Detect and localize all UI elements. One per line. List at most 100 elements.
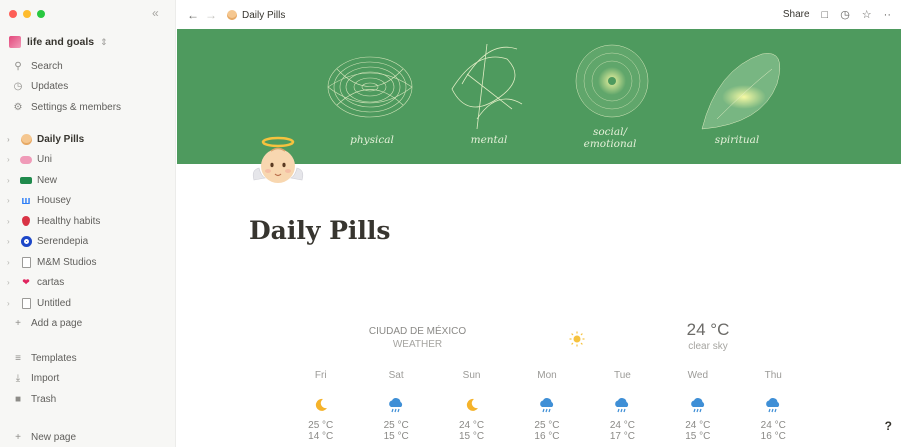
page-title[interactable]: Daily Pills — [249, 216, 390, 245]
sidebar-footer: + New page — [0, 427, 176, 447]
cover-label-mental: mental — [470, 134, 508, 146]
sidebar-item-serendepia[interactable]: › Serendepia — [0, 232, 176, 253]
back-arrow-icon[interactable]: ← — [187, 8, 205, 22]
sidebar-bottom-nav: ≡ Templates ⤓ Import ■ Trash — [0, 348, 176, 410]
chevron-right-icon[interactable]: › — [7, 196, 15, 205]
sidebar-item-settings[interactable]: ⚙ Settings & members — [0, 97, 176, 118]
sidebar-item-label: Settings & members — [31, 101, 122, 113]
forecast-day-name: Mon — [537, 370, 557, 381]
sidebar-item-housey[interactable]: › ш Housey — [0, 191, 176, 212]
breadcrumb-label: Daily Pills — [242, 9, 286, 21]
forecast-day: Tue 24 °C 17 °C — [585, 370, 660, 442]
forecast-low: 16 °C — [760, 431, 786, 442]
forecast-day-name: Sat — [388, 370, 404, 381]
weather-current: 24 °C clear sky — [668, 320, 748, 352]
weather-location: CIUDAD DE MÉXICO WEATHER — [345, 325, 490, 351]
chevron-right-icon[interactable]: › — [7, 258, 15, 267]
forecast-low: 15 °C — [458, 431, 485, 442]
breadcrumb[interactable]: Daily Pills — [227, 10, 285, 21]
sidebar-item-label: New — [37, 174, 58, 186]
weather-condition: clear sky — [688, 341, 728, 352]
forecast-low: 15 °C — [383, 431, 409, 442]
sidebar: « life and goals ⇕ ⚲ Search ◷ Updates ⚙ … — [0, 0, 176, 447]
forward-arrow-icon[interactable]: → — [205, 8, 223, 22]
sidebar-item-trash[interactable]: ■ Trash — [0, 389, 176, 410]
forecast-low: 14 °C — [308, 431, 334, 442]
help-button[interactable]: ? — [885, 419, 892, 433]
forecast-high: 24 °C — [458, 420, 485, 431]
workspace-logo-icon — [9, 36, 21, 48]
new-page-label: New page — [31, 431, 77, 443]
sidebar-item-import[interactable]: ⤓ Import — [0, 369, 176, 390]
forecast-low: 17 °C — [609, 431, 635, 442]
chevron-updown-icon: ⇕ — [100, 36, 108, 47]
star-icon[interactable]: ☆ — [862, 8, 872, 21]
swirl-illustration — [701, 53, 781, 130]
history-clock-icon[interactable]: ◷ — [840, 8, 850, 21]
add-page-button[interactable]: + Add a page — [0, 314, 176, 335]
sidebar-item-label: Search — [31, 60, 63, 72]
forecast-day-name: Fri — [314, 370, 327, 381]
new-page-button[interactable]: + New page — [0, 427, 176, 447]
sidebar-top-nav: ⚲ Search ◷ Updates ⚙ Settings & members — [0, 56, 176, 118]
close-window-button[interactable] — [9, 10, 17, 18]
sidebar-pages: › Daily Pills › Uni › New › ш Housey › H… — [0, 129, 176, 334]
chevron-right-icon[interactable]: › — [7, 237, 15, 246]
brain-emoji-icon — [19, 155, 33, 164]
chevron-right-icon[interactable]: › — [7, 278, 15, 287]
workspace-name: life and goals — [27, 36, 95, 48]
weather-forecast: Fri 25 °C 14 °C Sat 25 °C 15 °C Sun 24 °… — [283, 370, 811, 442]
sidebar-item-label: cartas — [37, 277, 65, 289]
sidebar-item-templates[interactable]: ≡ Templates — [0, 348, 176, 369]
sidebar-item-daily-pills[interactable]: › Daily Pills — [0, 129, 176, 150]
forecast-day: Sun 24 °C 15 °C — [434, 370, 509, 442]
minimize-window-button[interactable] — [23, 10, 31, 18]
rain-cloud-icon — [358, 390, 433, 420]
sidebar-item-label: Uni — [37, 154, 53, 166]
chevron-right-icon[interactable]: › — [7, 155, 15, 164]
clock-icon: ◷ — [13, 81, 23, 93]
sidebar-item-label: Serendepia — [37, 236, 89, 248]
zoom-window-button[interactable] — [37, 10, 45, 18]
chevron-right-icon[interactable]: › — [7, 299, 15, 308]
share-button[interactable]: Share — [783, 9, 810, 20]
chevron-right-icon[interactable]: › — [7, 176, 15, 185]
sidebar-item-untitled[interactable]: › Untitled — [0, 293, 176, 314]
topbar-actions: Share □ ◷ ☆ ·· — [783, 8, 891, 22]
comment-icon[interactable]: □ — [822, 9, 829, 21]
sidebar-item-uni[interactable]: › Uni — [0, 150, 176, 171]
forecast-high: 24 °C — [685, 420, 711, 431]
plus-icon: + — [15, 318, 21, 330]
forecast-day: Mon 25 °C 16 °C — [509, 370, 584, 442]
sidebar-item-mm-studios[interactable]: › M&M Studios — [0, 252, 176, 273]
sidebar-item-label: Untitled — [37, 297, 71, 309]
angel-emoji-icon — [227, 10, 237, 20]
weather-subtitle: WEATHER — [392, 339, 443, 350]
history-nav: ←→ — [187, 8, 223, 22]
chevron-right-icon[interactable]: › — [7, 135, 15, 144]
sidebar-item-updates[interactable]: ◷ Updates — [0, 77, 176, 98]
sun-icon — [569, 331, 585, 352]
page-icon-angel[interactable] — [249, 134, 307, 194]
workspace-switcher[interactable]: life and goals ⇕ — [9, 36, 108, 48]
sidebar-item-cartas[interactable]: › ❤ cartas — [0, 273, 176, 294]
sidebar-item-search[interactable]: ⚲ Search — [0, 56, 176, 77]
cover-label-emotional: emotional — [583, 138, 637, 150]
radial-circle-illustration — [575, 44, 649, 118]
forecast-day-name: Tue — [613, 370, 631, 381]
forecast-low: 16 °C — [534, 431, 560, 442]
search-icon: ⚲ — [14, 60, 22, 72]
sidebar-item-label: Import — [31, 373, 60, 385]
collapse-sidebar-icon[interactable]: « — [152, 6, 159, 20]
sidebar-item-healthy-habits[interactable]: › Healthy habits — [0, 211, 176, 232]
weather-city: CIUDAD DE MÉXICO — [368, 326, 467, 337]
chevron-right-icon[interactable]: › — [7, 217, 15, 226]
gear-icon: ⚙ — [13, 101, 23, 113]
more-icon[interactable]: ·· — [884, 9, 891, 21]
forecast-high: 25 °C — [534, 420, 560, 431]
sidebar-item-new[interactable]: › New — [0, 170, 176, 191]
page-icon — [19, 256, 33, 268]
sidebar-item-label: Daily Pills — [37, 133, 85, 145]
moon-icon — [283, 390, 358, 420]
forecast-low: 15 °C — [685, 431, 711, 442]
